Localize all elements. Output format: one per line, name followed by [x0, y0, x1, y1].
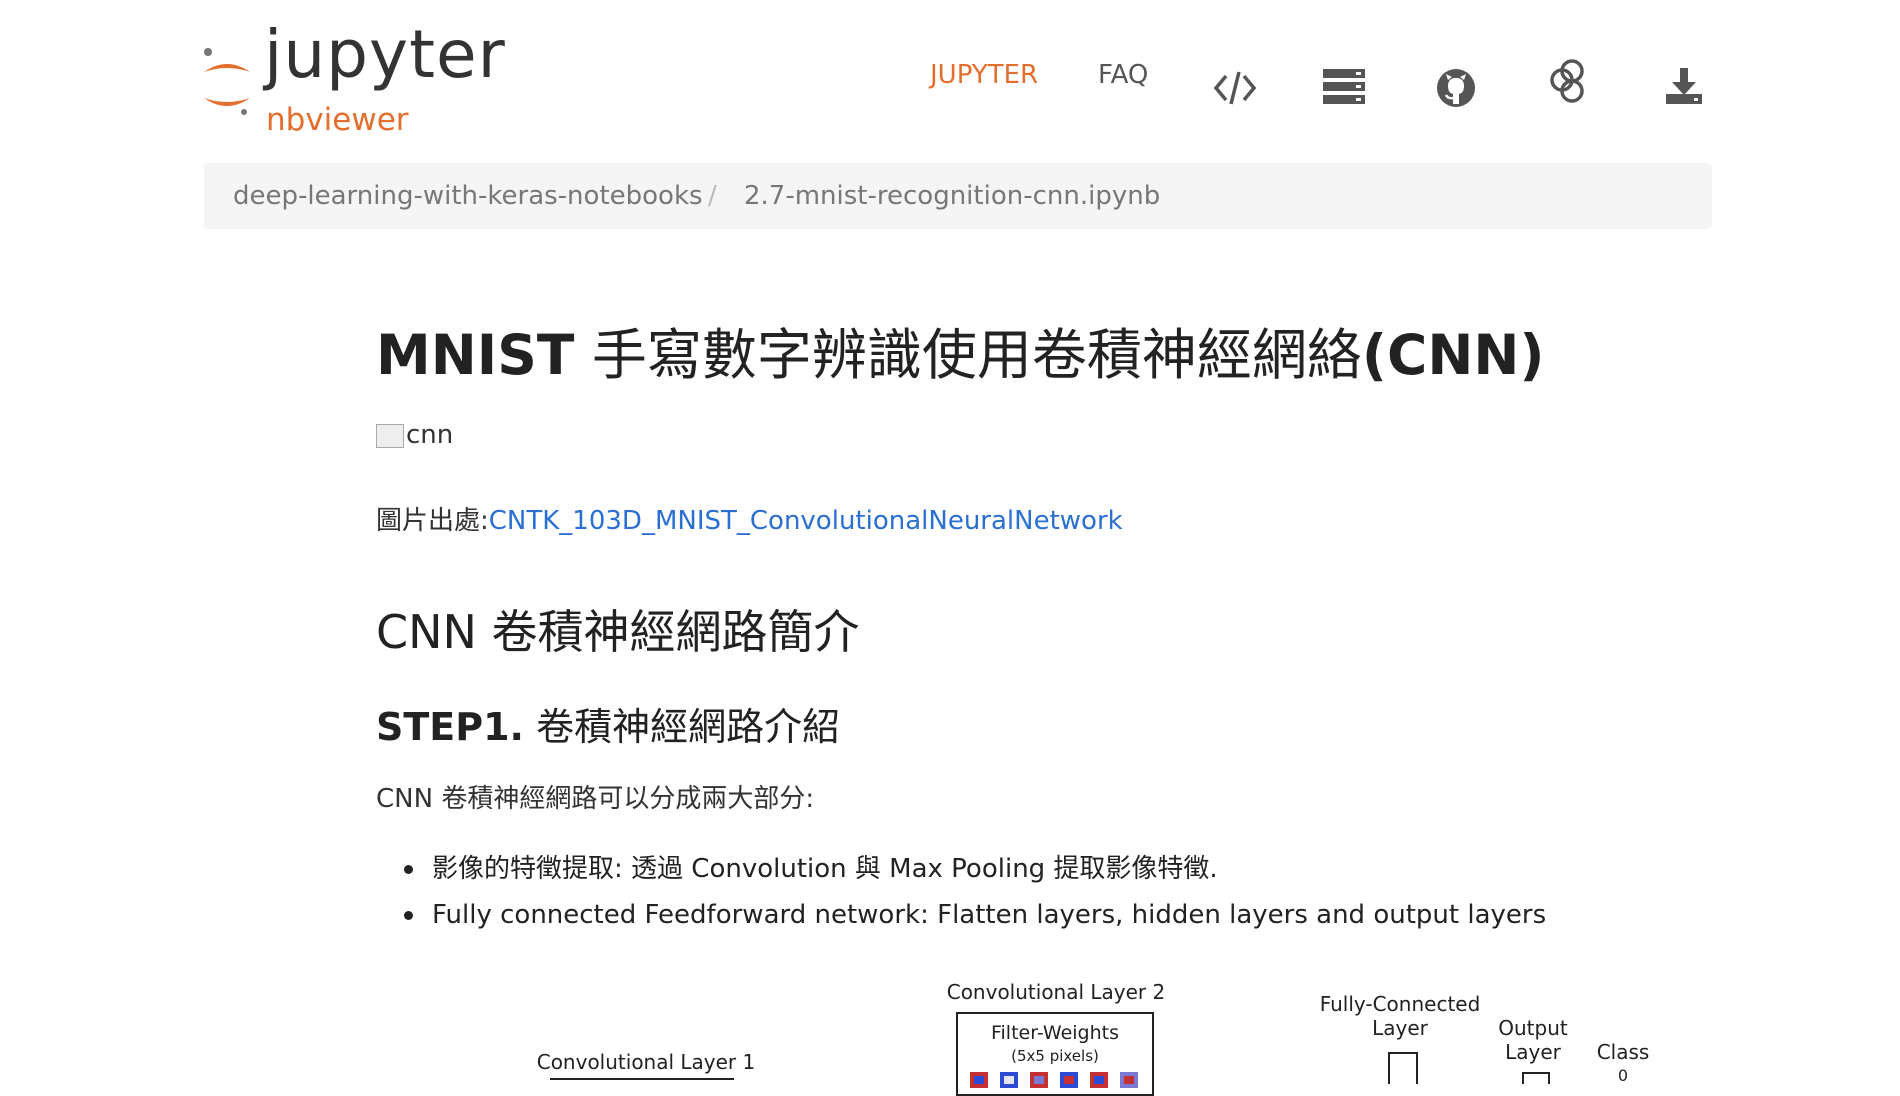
conv1-title: Convolutional Layer 1 [536, 1050, 756, 1074]
list-item: 影像的特徵提取: 透過 Convolution 與 Max Pooling 提取… [403, 846, 1546, 892]
breadcrumb-file: 2.7-mnist-recognition-cnn.ipynb [744, 181, 1161, 211]
fc-title: Fully-Connected Layer [1310, 992, 1490, 1040]
jupyter-logo-icon [204, 48, 250, 115]
output-line1: Output [1498, 1016, 1568, 1040]
image-alt-text: cnn [406, 420, 454, 450]
fc-line2: Layer [1372, 1016, 1428, 1040]
github-icon[interactable] [1434, 64, 1478, 108]
code-icon[interactable] [1212, 64, 1258, 108]
class-value: 0 [1617, 1066, 1629, 1085]
step-label: STEP1. [376, 705, 524, 749]
conv2-title: Convolutional Layer 2 [946, 980, 1166, 1004]
nav-jupyter-link[interactable]: JUPYTER [930, 60, 1038, 90]
filter-size-label: (5x5 pixels) [1011, 1047, 1099, 1065]
source-prefix: 圖片出處: [376, 506, 489, 536]
notebook-title: MNIST 手寫數字辨識使用卷積神經網絡(CNN) [376, 310, 1545, 390]
output-line2: Layer [1505, 1040, 1561, 1064]
image-source: 圖片出處:CNTK_103D_MNIST_ConvolutionalNeural… [376, 500, 1123, 537]
jupyter-nbviewer-logo[interactable]: jupyter nbviewer [200, 16, 540, 138]
filter-weights-box: Filter-Weights (5x5 pixels) [956, 1012, 1154, 1096]
breadcrumb-repo-link[interactable]: deep-learning-with-keras-notebooks [233, 163, 703, 229]
binder-icon[interactable] [1548, 58, 1592, 106]
title-latin: MNIST [376, 323, 575, 387]
output-layer-box [1522, 1072, 1550, 1084]
breadcrumb: deep-learning-with-keras-notebooks / 2.7… [204, 163, 1712, 229]
broken-image: cnn [376, 420, 453, 450]
logo-wordmark: jupyter [264, 16, 506, 93]
download-icon[interactable] [1664, 64, 1704, 108]
list-item: Fully connected Feedforward network: Fla… [403, 892, 1546, 938]
subsection-heading: STEP1. 卷積神經網路介紹 [376, 696, 840, 751]
title-cjk: 手寫數字辨識使用卷積神經網絡 [591, 323, 1362, 387]
section-heading: CNN 卷積神經網路簡介 [376, 605, 860, 659]
logo-subtitle: nbviewer [266, 102, 409, 138]
server-icon[interactable] [1322, 64, 1366, 108]
output-layer-title: Output Layer [1488, 1016, 1578, 1064]
step-title: 卷積神經網路介紹 [536, 705, 841, 749]
breadcrumb-separator: / [708, 181, 717, 211]
nav-faq-link[interactable]: FAQ [1098, 60, 1148, 90]
fc-line1: Fully-Connected [1319, 992, 1481, 1016]
source-link[interactable]: CNTK_103D_MNIST_ConvolutionalNeuralNetwo… [489, 506, 1123, 536]
class-label: Class [1596, 1040, 1650, 1064]
bullet-list: 影像的特徵提取: 透過 Convolution 與 Max Pooling 提取… [376, 846, 1546, 938]
intro-paragraph: CNN 卷積神經網路可以分成兩大部分: [376, 784, 815, 814]
filter-thumbnail-row [970, 1072, 1138, 1088]
fc-layer-box [1388, 1052, 1418, 1084]
title-suffix: (CNN) [1361, 323, 1545, 387]
filter-weights-label: Filter-Weights [990, 1022, 1120, 1044]
filter-thumbnails [970, 1070, 1145, 1088]
broken-image-icon [376, 423, 404, 448]
